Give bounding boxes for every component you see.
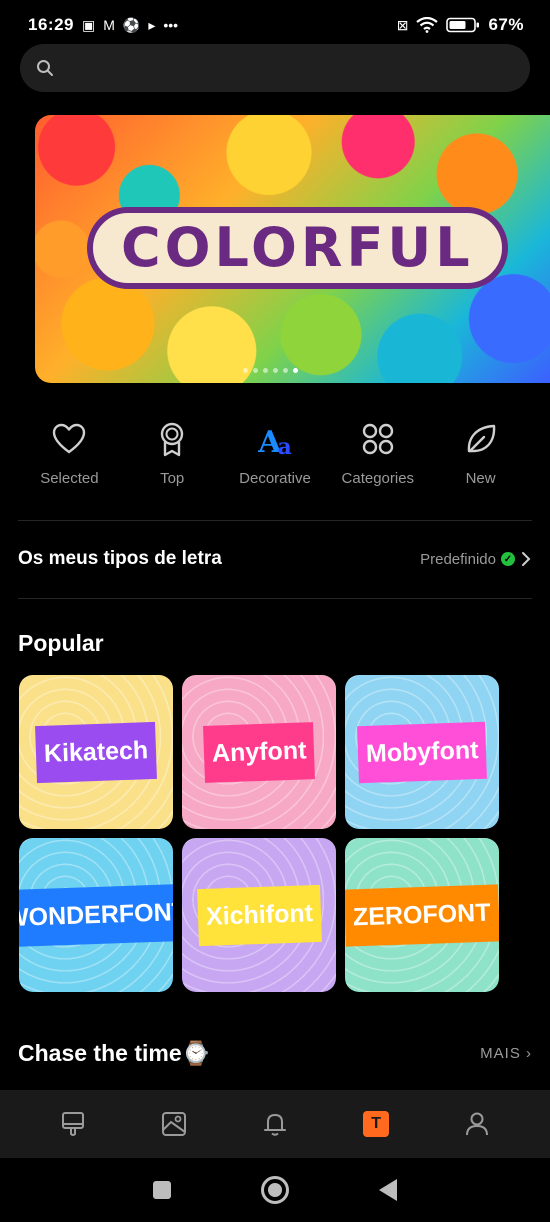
home-icon xyxy=(268,1183,282,1197)
chase-title: Chase the time⌚ xyxy=(18,1040,211,1066)
font-tile-mobyfont[interactable]: Mobyfont xyxy=(345,675,499,829)
leaf-icon xyxy=(467,424,495,453)
gmail-icon: M xyxy=(103,17,115,33)
carousel-dot[interactable] xyxy=(243,368,248,373)
nav-fonts[interactable]: T xyxy=(346,1104,406,1144)
font-tile-label: Anyfont xyxy=(202,721,316,783)
category-decorative[interactable]: Aa Decorative xyxy=(224,420,327,488)
decorative-aa-icon: Aa xyxy=(258,425,292,460)
profile-icon xyxy=(466,1112,489,1136)
banner-title: COLORFUL xyxy=(87,207,508,289)
bell-icon xyxy=(263,1114,286,1136)
battery-icon xyxy=(446,17,480,33)
divider xyxy=(18,598,532,599)
category-label: Selected xyxy=(40,470,99,487)
chase-section-header: Chase the time⌚ MAIS › xyxy=(18,1040,532,1067)
heart-icon xyxy=(53,423,86,454)
carousel-dot[interactable] xyxy=(273,368,278,373)
battery-percent: 67% xyxy=(488,15,524,34)
font-tile-label: ZEROFONT xyxy=(345,883,499,947)
font-tile-xichifont[interactable]: Xichifont xyxy=(182,838,336,992)
font-tile-zerofont[interactable]: ZEROFONT xyxy=(345,838,499,992)
search-bar[interactable] xyxy=(20,44,530,92)
status-left: 16:29 ▣ M ⚽ ▸ ••• xyxy=(28,15,178,35)
carousel-dot[interactable] xyxy=(253,368,258,373)
search-input[interactable] xyxy=(64,59,484,77)
font-tile-label: Kikatech xyxy=(34,721,158,783)
font-tile-label: Mobyfont xyxy=(356,721,488,783)
font-tile-label: WONDERFONT xyxy=(19,883,173,947)
category-label: Decorative xyxy=(239,470,311,487)
category-label: New xyxy=(465,470,496,487)
nav-profile[interactable] xyxy=(447,1104,507,1144)
nav-wallpapers[interactable] xyxy=(144,1104,204,1144)
popular-title: Popular xyxy=(18,630,104,656)
my-fonts-current: Predefinido ✓ xyxy=(420,550,532,568)
more-dots-icon: ••• xyxy=(163,17,179,33)
status-right: ⊠ 67% xyxy=(397,15,524,35)
category-new[interactable]: New xyxy=(429,420,532,487)
home-button[interactable] xyxy=(261,1176,289,1204)
play-icon: ▸ xyxy=(148,17,156,33)
check-icon: ✓ xyxy=(501,552,515,566)
font-icon: T xyxy=(363,1111,390,1137)
carousel-dots xyxy=(243,368,298,373)
category-selected[interactable]: Selected xyxy=(18,420,121,487)
nav-notifications[interactable] xyxy=(245,1104,305,1144)
sim-icon: ▣ xyxy=(81,17,96,33)
category-label: Categories xyxy=(341,470,415,487)
grid-clover-icon xyxy=(362,423,393,455)
carousel-dot[interactable] xyxy=(283,368,288,373)
status-bar: 16:29 ▣ M ⚽ ▸ ••• ⊠ 67% xyxy=(0,0,550,50)
category-row: Selected Top Aa Decorative Categories Ne… xyxy=(18,420,532,487)
font-tile-anyfont[interactable]: Anyfont xyxy=(182,675,336,829)
chevron-right-icon xyxy=(522,552,531,566)
carousel-dot-active[interactable] xyxy=(293,368,298,373)
my-fonts-title: Os meus tipos de letra xyxy=(18,548,222,569)
system-nav-bar xyxy=(0,1158,550,1222)
category-label: Top xyxy=(160,470,185,487)
font-tile-label: Xichifont xyxy=(196,884,322,946)
search-icon xyxy=(37,60,53,76)
wifi-icon xyxy=(416,17,439,33)
category-categories[interactable]: Categories xyxy=(326,420,429,487)
carousel-dot[interactable] xyxy=(263,368,268,373)
font-tile-kikatech[interactable]: Kikatech xyxy=(19,675,173,829)
no-sim-icon: ⊠ xyxy=(396,17,409,33)
medal-icon xyxy=(160,422,184,457)
recents-button[interactable] xyxy=(153,1181,171,1199)
bottom-nav: T xyxy=(0,1090,550,1158)
status-time: 16:29 xyxy=(28,15,74,34)
soccer-icon: ⚽ xyxy=(122,17,141,33)
current-font-value: Predefinido xyxy=(420,550,496,568)
my-fonts-row[interactable]: Os meus tipos de letra Predefinido ✓ xyxy=(18,530,532,588)
divider xyxy=(18,520,532,521)
wallpaper-icon xyxy=(161,1112,186,1136)
banner-carousel[interactable]: COLORFUL xyxy=(35,115,550,383)
theme-icon xyxy=(61,1112,84,1136)
more-link[interactable]: MAIS › xyxy=(480,1045,532,1062)
category-top[interactable]: Top xyxy=(121,420,224,487)
nav-themes[interactable] xyxy=(43,1104,103,1144)
popular-font-grid: Kikatech Anyfont Mobyfont WONDERFONT Xic… xyxy=(19,675,501,992)
font-tile-wonderfont[interactable]: WONDERFONT xyxy=(19,838,173,992)
back-button[interactable] xyxy=(379,1179,397,1201)
